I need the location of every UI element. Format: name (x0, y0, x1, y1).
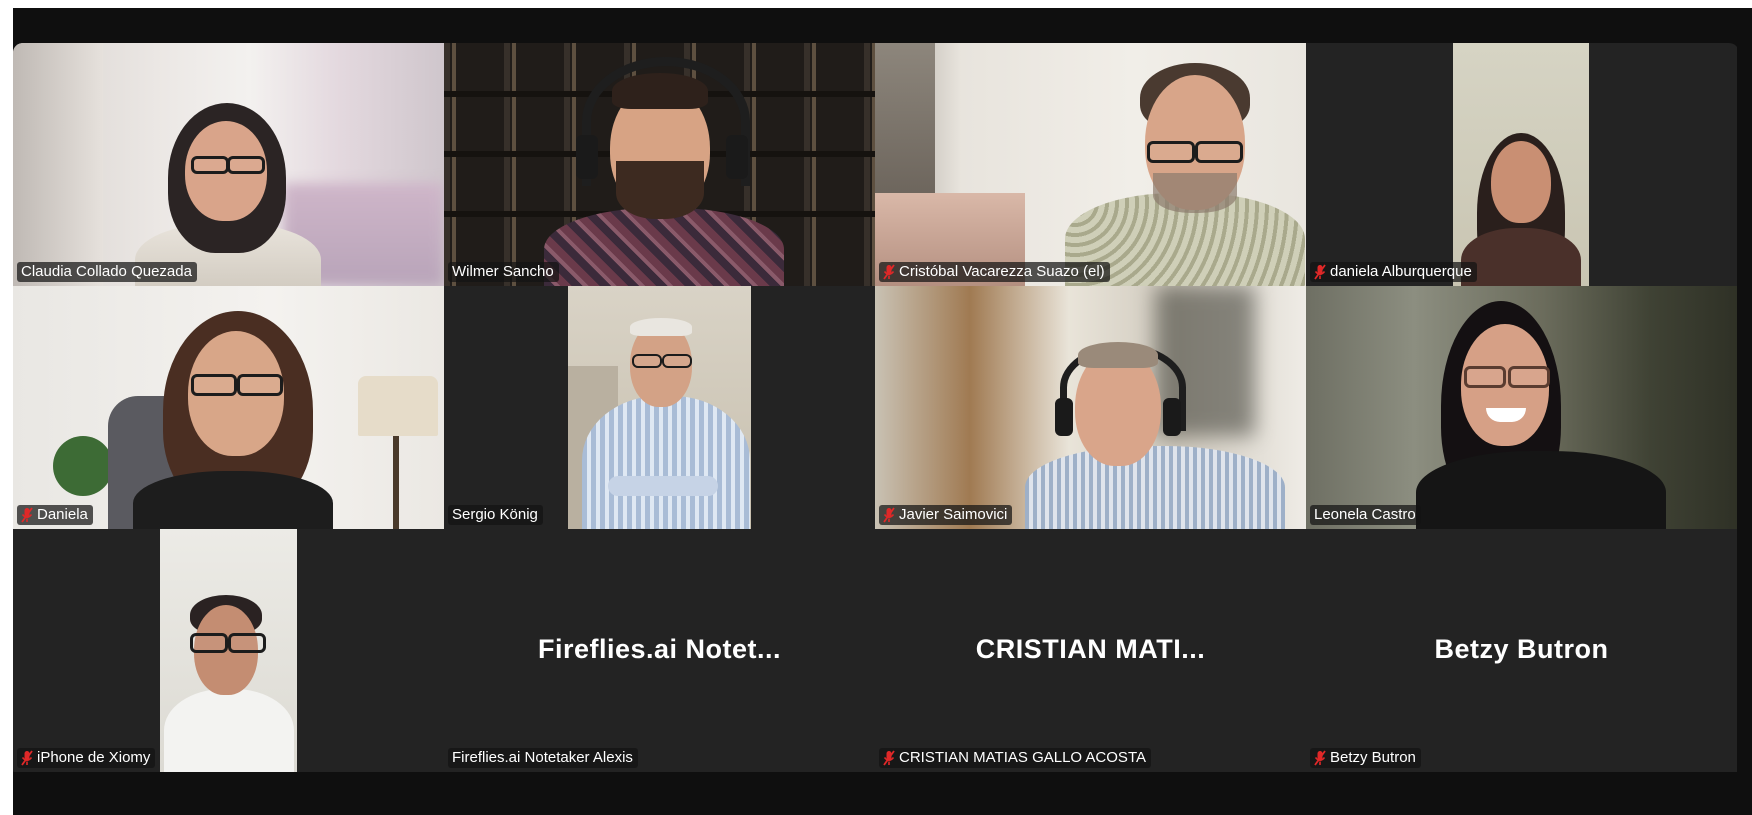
participant-tile-sergio[interactable]: Sergio König (444, 286, 875, 529)
participant-tile-xiomy[interactable]: iPhone de Xiomy (13, 529, 444, 772)
participant-name-label: Daniela (17, 505, 93, 525)
participant-tile-cristian[interactable]: CRISTIAN MATI... CRISTIAN MATIAS GALLO A… (875, 529, 1306, 772)
participant-name-label: Sergio König (448, 505, 543, 525)
participant-name-label: Leonela Castro (1310, 505, 1421, 525)
mic-muted-icon (1314, 264, 1326, 280)
participant-name-label: CRISTIAN MATIAS GALLO ACOSTA (879, 748, 1151, 768)
participant-tile-leonela[interactable]: Leonela Castro (1306, 286, 1737, 529)
mic-muted-icon (1314, 750, 1326, 766)
video-gallery: Claudia Collado Quezada Wilmer Sancho Cr… (13, 43, 1739, 779)
video-feed (875, 43, 1306, 286)
participant-name-label: Betzy Butron (1310, 748, 1421, 768)
participant-name-label: daniela Alburquerque (1310, 262, 1477, 282)
video-feed (1453, 43, 1589, 286)
video-feed (1306, 286, 1737, 529)
video-feed (444, 43, 875, 286)
participant-tile-daniela[interactable]: Daniela (13, 286, 444, 529)
participant-tile-cristobal[interactable]: Cristóbal Vacarezza Suazo (el) (875, 43, 1306, 286)
video-feed (160, 529, 297, 772)
participant-name-label: Javier Saimovici (879, 505, 1013, 525)
mic-muted-icon (21, 507, 33, 523)
participant-name-label: Claudia Collado Quezada (17, 262, 197, 282)
participant-name-label: iPhone de Xiomy (17, 748, 156, 768)
mic-muted-icon (883, 264, 895, 280)
video-feed (13, 43, 444, 286)
participant-tile-javier[interactable]: Javier Saimovici (875, 286, 1306, 529)
participant-display-name: Betzy Butron (1434, 634, 1609, 664)
participant-tile-fireflies[interactable]: Fireflies.ai Notet... Fireflies.ai Notet… (444, 529, 875, 772)
participant-tile-wilmer[interactable]: Wilmer Sancho (444, 43, 875, 286)
participant-name-label: Wilmer Sancho (448, 262, 559, 282)
mic-muted-icon (883, 507, 895, 523)
participant-display-name: Fireflies.ai Notet... (537, 634, 782, 664)
participant-display-name: CRISTIAN MATI... (975, 634, 1206, 664)
mic-muted-icon (883, 750, 895, 766)
participant-tile-daniela-alburquerque[interactable]: daniela Alburquerque (1306, 43, 1737, 286)
mic-muted-icon (21, 750, 33, 766)
video-feed (875, 286, 1306, 529)
video-feed (13, 286, 444, 529)
participant-tile-betzy[interactable]: Betzy Butron Betzy Butron (1306, 529, 1737, 772)
participant-tile-claudia[interactable]: Claudia Collado Quezada (13, 43, 444, 286)
participant-name-label: Cristóbal Vacarezza Suazo (el) (879, 262, 1110, 282)
participant-name-label: Fireflies.ai Notetaker Alexis (448, 748, 638, 768)
video-feed (568, 286, 751, 529)
